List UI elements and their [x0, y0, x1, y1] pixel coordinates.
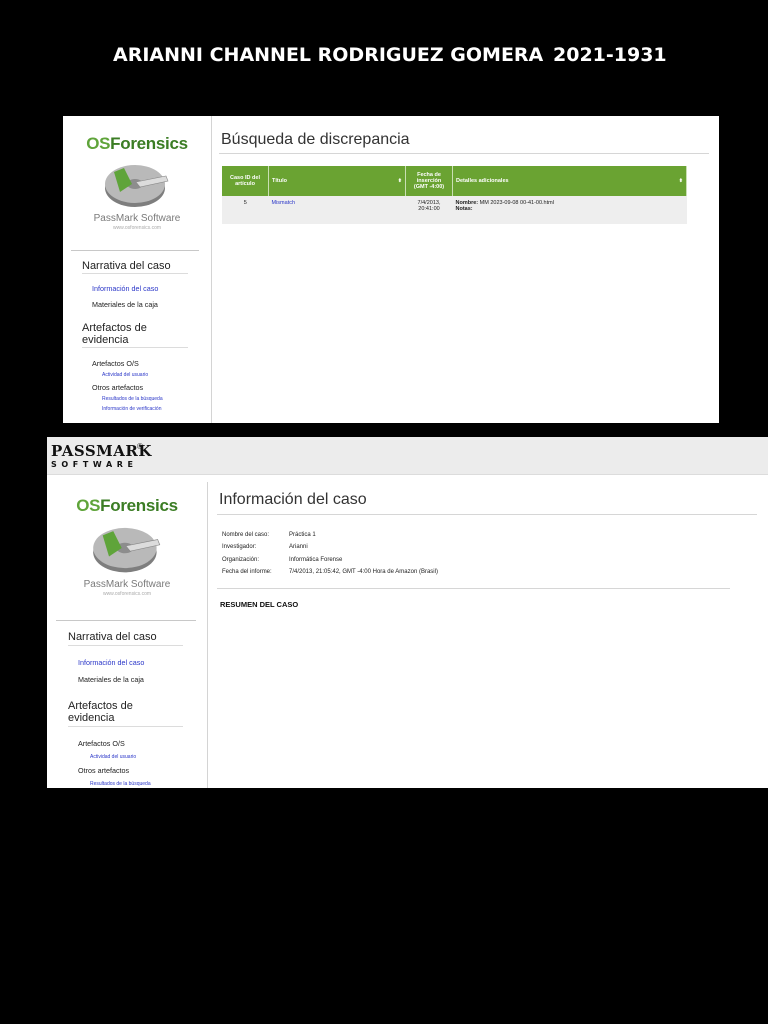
link-informacion-verificacion[interactable]: Información de verificación — [102, 406, 161, 412]
cell-fecha: 7/4/2013, 20:41:00 — [405, 196, 453, 224]
link-materiales[interactable]: Materiales de la caja — [78, 675, 144, 684]
hard-disk-icon — [93, 527, 161, 573]
passmark-logo: PASSMARK SOFTWARE ® — [51, 442, 152, 469]
sidebar: OSForensics PassMark Software www.osfore… — [47, 482, 208, 788]
col-header-id[interactable]: Caso ID del artículo — [222, 166, 269, 196]
discrepancy-table: Caso ID del artículo Título ⬍ Fecha de in… — [222, 166, 687, 224]
osforensics-logo: OSForensics PassMark Software www.osfore… — [63, 134, 211, 231]
link-informacion-caso[interactable]: Información del caso — [92, 284, 158, 293]
hard-disk-icon — [105, 165, 169, 207]
heading-artefactos: Artefactos de evidencia — [82, 322, 147, 346]
table-row: 5 Mismatch 7/4/2013, 20:41:00 Nombre: MM… — [222, 196, 687, 224]
sidebar: OSForensics PassMark Software www.osfore… — [63, 116, 212, 423]
link-actividad-usuario[interactable]: Actividad del usuario — [102, 372, 148, 378]
osforensics-logo: OSForensics PassMark Software www.osfore… — [47, 496, 207, 597]
link-actividad-usuario[interactable]: Actividad del usuario — [90, 754, 136, 760]
summary-heading: RESUMEN DEL CASO — [220, 600, 299, 609]
cell-id: 5 — [222, 196, 269, 224]
passmark-bar: PASSMARK SOFTWARE ® — [47, 437, 768, 475]
document-header: ARIANNI CHANNEL RODRIGUEZ GOMERA 2021-19… — [0, 42, 768, 72]
screenshot-busqueda-discrepancia: OSForensics PassMark Software www.osfore… — [63, 116, 719, 423]
author-name: ARIANNI CHANNEL RODRIGUEZ GOMERA — [113, 44, 544, 66]
link-resultados-busqueda[interactable]: Resultados de la búsqueda — [102, 396, 163, 402]
col-header-titulo[interactable]: Título ⬍ — [268, 166, 406, 196]
student-id: 2021-1931 — [553, 44, 667, 66]
vendor-url: www.osforensics.com — [102, 591, 152, 597]
link-artefactos-os[interactable]: Artefactos O/S — [78, 739, 125, 748]
screenshot-informacion-caso: PASSMARK SOFTWARE ® OSForensics PassMark… — [47, 437, 768, 788]
page-title: Información del caso — [219, 491, 367, 508]
heading-narrativa: Narrativa del caso — [68, 631, 157, 643]
vendor-name: PassMark Software — [83, 579, 171, 590]
page-title: Búsqueda de discrepancia — [221, 131, 410, 148]
vendor-name: PassMark Software — [93, 213, 181, 224]
col-header-detalles[interactable]: Detalles adicionales ⬍ — [452, 166, 687, 196]
table-header-row: Caso ID del artículo Título ⬍ Fecha de in… — [222, 166, 687, 196]
heading-artefactos: Artefactos de evidencia — [68, 700, 133, 724]
sort-icon[interactable]: ⬍ — [679, 178, 683, 184]
heading-narrativa: Narrativa del caso — [82, 260, 171, 272]
cell-detalles: Nombre: MM 2023-09-08 00-41-00.html Nota… — [452, 196, 687, 224]
link-materiales[interactable]: Materiales de la caja — [92, 300, 158, 309]
link-informacion-caso[interactable]: Información del caso — [78, 658, 144, 667]
sort-icon[interactable]: ⬍ — [398, 178, 402, 184]
link-otros-artefactos[interactable]: Otros artefactos — [78, 766, 129, 775]
link-resultados-busqueda[interactable]: Resultados de la búsqueda — [90, 781, 151, 787]
cell-titulo: Mismatch — [268, 196, 406, 224]
link-otros-artefactos[interactable]: Otros artefactos — [92, 383, 143, 392]
vendor-url: www.osforensics.com — [112, 225, 162, 231]
link-artefactos-os[interactable]: Artefactos O/S — [92, 359, 139, 368]
link-titulo[interactable]: Mismatch — [272, 200, 296, 206]
col-header-fecha[interactable]: Fecha de inserción (GMT -4:00) — [405, 166, 453, 196]
